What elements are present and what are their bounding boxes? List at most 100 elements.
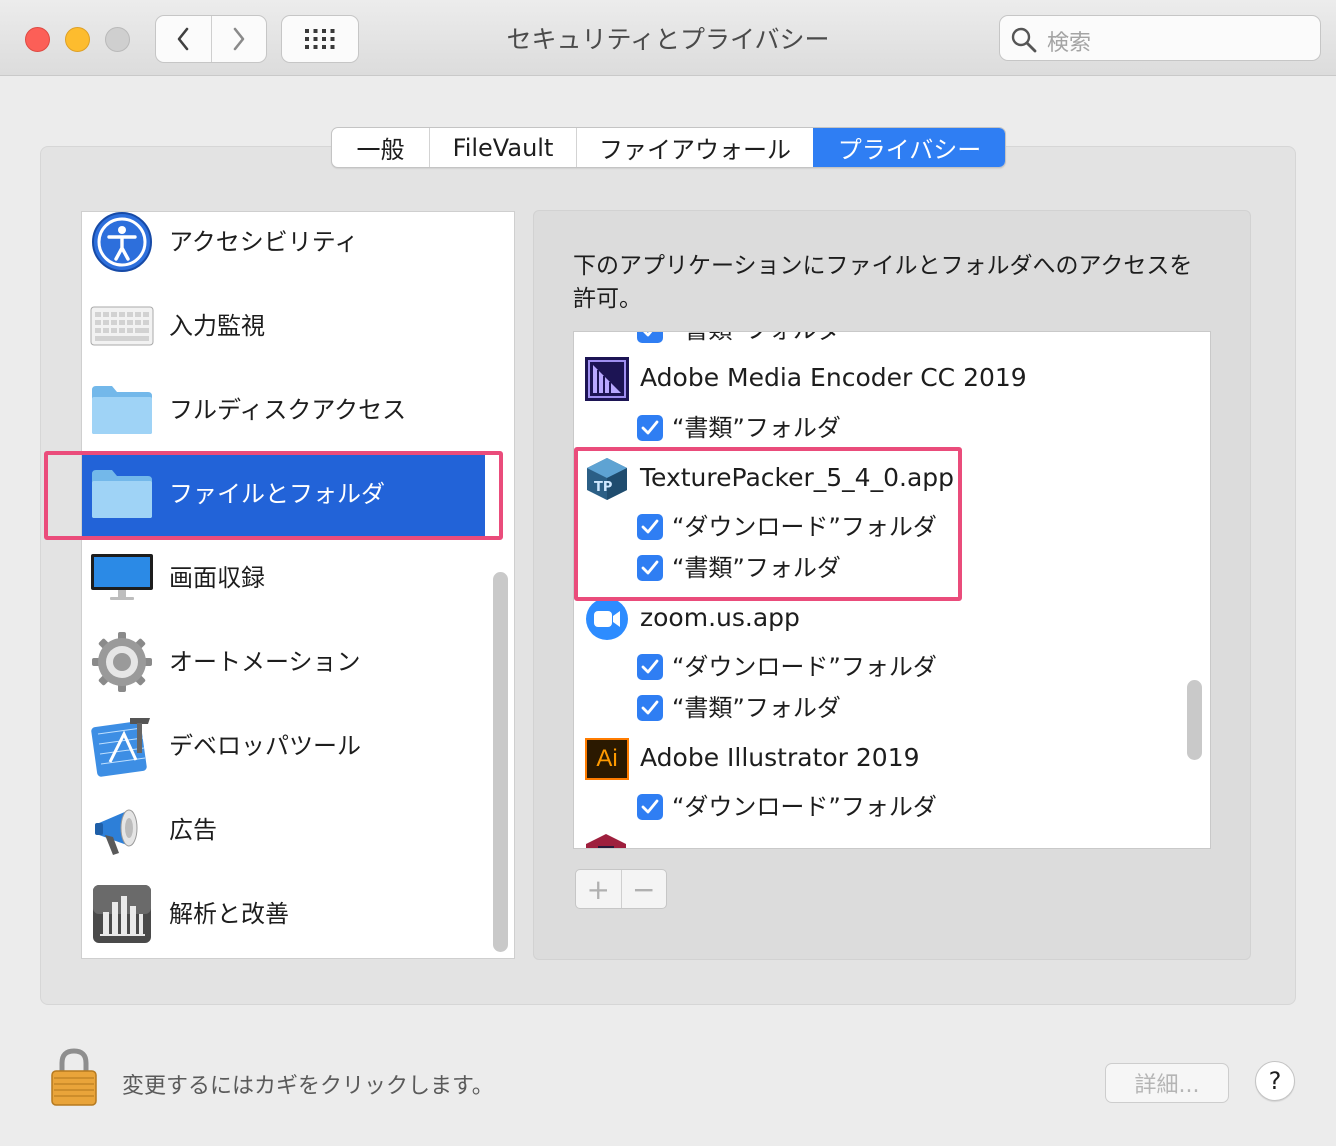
permission-label: “書類”フォルダ xyxy=(672,554,841,582)
help-button[interactable]: ? xyxy=(1255,1061,1295,1101)
category-full-disk-access[interactable]: フルディスクアクセス xyxy=(82,368,485,452)
checkbox[interactable] xyxy=(637,695,663,721)
permission-row[interactable]: “ダウンロード”フォルダ xyxy=(574,647,1174,687)
app-row[interactable]: Ai Adobe Illustrator 2019 xyxy=(574,738,1174,780)
category-input-monitoring[interactable]: 入力監視 xyxy=(82,284,485,368)
chevron-right-icon xyxy=(233,27,245,51)
tab-bar: 一般 FileVault ファイアウォール プライバシー xyxy=(331,127,1006,168)
permission-label: “ダウンロード”フォルダ xyxy=(672,653,937,681)
checkmark-icon xyxy=(641,519,659,534)
category-list-scrollbar[interactable] xyxy=(493,572,508,952)
analytics-icon xyxy=(90,882,154,946)
app-name: Adobe Illustrator 2019 xyxy=(640,743,920,772)
media-encoder-icon xyxy=(584,356,630,402)
display-icon xyxy=(90,546,154,610)
keyboard-icon xyxy=(90,294,154,358)
chevron-left-icon xyxy=(177,27,189,51)
checkmark-icon xyxy=(641,659,659,674)
permission-label: “ダウンロード”フォルダ xyxy=(672,513,937,541)
zoom-window-button[interactable] xyxy=(105,27,130,52)
add-app-button[interactable]: + xyxy=(576,870,621,908)
checkbox[interactable] xyxy=(637,332,663,343)
category-label: 広告 xyxy=(169,816,217,844)
show-all-button[interactable] xyxy=(281,15,359,63)
zoom-icon xyxy=(584,596,630,642)
folder-icon xyxy=(90,378,154,442)
category-analytics[interactable]: 解析と改善 xyxy=(82,872,485,956)
minimize-window-button[interactable] xyxy=(65,27,90,52)
checkbox[interactable] xyxy=(637,555,663,581)
details-button[interactable]: 詳細... xyxy=(1105,1063,1229,1103)
app-permission-list[interactable]: “書類”フォルダ Adobe Media Encoder CC 2019 “書類… xyxy=(573,331,1211,849)
category-label: フルディスクアクセス xyxy=(169,396,407,424)
category-screen-recording[interactable]: 画面収録 xyxy=(82,536,485,620)
category-automation[interactable]: オートメーション xyxy=(82,620,485,704)
title-bar: セキュリティとプライバシー 検索 xyxy=(0,0,1336,76)
permission-label: “ダウンロード”フォルダ xyxy=(672,793,937,821)
checkmark-icon xyxy=(641,560,659,575)
app-row[interactable]: TP TexturePacker_5_4_0.app xyxy=(574,458,1174,500)
illustrator-icon: Ai xyxy=(584,736,630,782)
checkbox[interactable] xyxy=(637,794,663,820)
permission-row[interactable]: “書類”フォルダ xyxy=(574,688,1174,728)
category-files-and-folders[interactable]: ファイルとフォルダ xyxy=(82,452,485,536)
texturepacker-icon: TP xyxy=(584,456,630,502)
forward-button[interactable] xyxy=(210,16,267,62)
add-remove-control: + − xyxy=(575,869,667,909)
category-accessibility[interactable]: アクセシビリティ xyxy=(82,212,485,284)
permission-row[interactable]: “書類”フォルダ xyxy=(574,332,1174,350)
category-label: 解析と改善 xyxy=(169,900,289,928)
permission-row[interactable]: “ダウンロード”フォルダ xyxy=(574,787,1174,827)
checkmark-icon xyxy=(641,420,659,435)
permission-row[interactable]: “書類”フォルダ xyxy=(574,408,1174,448)
remove-app-button[interactable]: − xyxy=(620,870,667,908)
checkmark-icon xyxy=(641,799,659,814)
permission-label: “書類”フォルダ xyxy=(672,694,841,722)
checkmark-icon xyxy=(641,700,659,715)
close-window-button[interactable] xyxy=(25,27,50,52)
megaphone-icon xyxy=(90,798,154,862)
accessibility-icon xyxy=(90,212,154,274)
checkbox[interactable] xyxy=(637,415,663,441)
search-icon xyxy=(1011,27,1037,53)
app-name: zoom.us.app xyxy=(640,603,800,632)
permission-label: “書類”フォルダ xyxy=(672,332,841,350)
lock-message: 変更するにはカギをクリックします。 xyxy=(122,1074,494,1099)
tab-firewall[interactable]: ファイアウォール xyxy=(576,128,813,167)
category-label: ファイルとフォルダ xyxy=(169,480,385,508)
svg-text:TP: TP xyxy=(594,480,612,495)
app-row[interactable]: zoom.us.app xyxy=(574,598,1174,640)
search-field[interactable]: 検索 xyxy=(999,15,1321,61)
history-nav xyxy=(155,15,267,63)
app-row[interactable]: Adobe Media Encoder CC 2019 xyxy=(574,357,1174,401)
permission-row[interactable]: “書類”フォルダ xyxy=(574,548,1174,588)
back-button[interactable] xyxy=(156,16,211,62)
gear-icon xyxy=(90,630,154,694)
category-label: アクセシビリティ xyxy=(169,228,359,256)
window-title: セキュリティとプライバシー xyxy=(506,25,830,54)
search-placeholder: 検索 xyxy=(1047,31,1092,56)
checkbox[interactable] xyxy=(637,654,663,680)
permission-label: “書類”フォルダ xyxy=(672,414,841,442)
app-list-scrollbar[interactable] xyxy=(1187,680,1202,760)
app-icon-partial xyxy=(586,834,626,848)
privacy-category-list[interactable]: アクセシビリティ 入力監視 フルディスクアクセス ファイルとフォルダ 画面収録 … xyxy=(81,211,515,959)
illustrator-icon-text: Ai xyxy=(585,738,629,780)
category-label: 画面収録 xyxy=(169,564,265,592)
xcode-icon xyxy=(90,714,154,778)
permission-row[interactable]: “ダウンロード”フォルダ xyxy=(574,507,1174,547)
category-label: デベロッパツール xyxy=(169,732,361,760)
tab-filevault[interactable]: FileVault xyxy=(429,128,576,167)
category-developer-tools[interactable]: デベロッパツール xyxy=(82,704,485,788)
lock-icon[interactable] xyxy=(50,1047,98,1107)
category-label: 入力監視 xyxy=(169,312,265,340)
grid-icon xyxy=(305,29,335,49)
category-advertising[interactable]: 広告 xyxy=(82,788,485,872)
app-name: TexturePacker_5_4_0.app xyxy=(640,463,955,492)
tab-general[interactable]: 一般 xyxy=(332,128,429,167)
tab-privacy[interactable]: プライバシー xyxy=(813,128,1005,167)
checkbox[interactable] xyxy=(637,514,663,540)
app-name: Adobe Media Encoder CC 2019 xyxy=(640,363,1027,392)
folder-icon xyxy=(90,462,154,526)
permissions-description: 下のアプリケーションにファイルとフォルダへのアクセスを許可。 xyxy=(573,253,1193,312)
